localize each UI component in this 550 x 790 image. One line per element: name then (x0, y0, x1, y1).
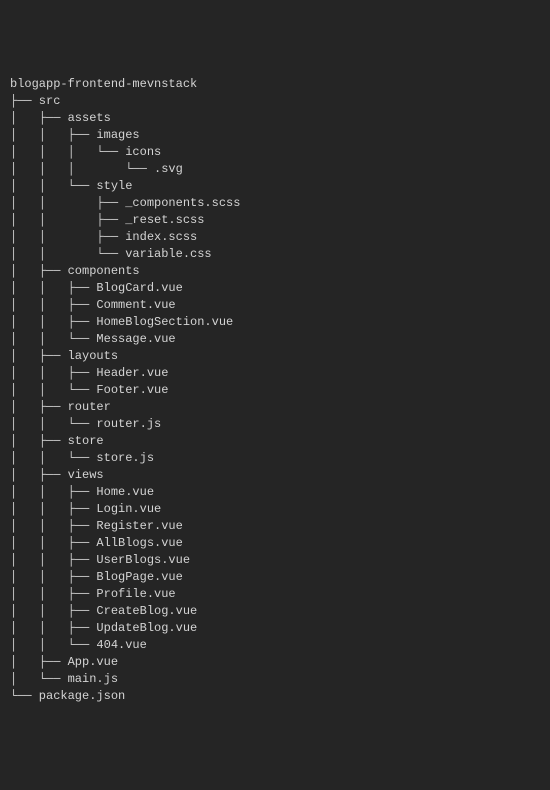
tree-line: │ │ └── variable.css (10, 246, 540, 263)
tree-line: │ ├── assets (10, 110, 540, 127)
tree-line: │ │ ├── Register.vue (10, 518, 540, 535)
tree-line: │ │ ├── _components.scss (10, 195, 540, 212)
tree-line: │ ├── router (10, 399, 540, 416)
tree-line: │ ├── components (10, 263, 540, 280)
tree-line: │ │ └── Footer.vue (10, 382, 540, 399)
tree-line: │ │ ├── HomeBlogSection.vue (10, 314, 540, 331)
tree-line: │ │ ├── Login.vue (10, 501, 540, 518)
tree-line: │ │ ├── Profile.vue (10, 586, 540, 603)
file-tree: blogapp-frontend-mevnstack├── src│ ├── a… (10, 76, 540, 705)
tree-line: │ │ │ └── icons (10, 144, 540, 161)
tree-line: │ │ ├── UpdateBlog.vue (10, 620, 540, 637)
tree-line: │ │ └── router.js (10, 416, 540, 433)
tree-line: │ ├── store (10, 433, 540, 450)
tree-line: │ │ ├── CreateBlog.vue (10, 603, 540, 620)
tree-line: │ │ └── style (10, 178, 540, 195)
tree-line: │ │ └── store.js (10, 450, 540, 467)
tree-line: │ │ ├── Home.vue (10, 484, 540, 501)
tree-line: └── package.json (10, 688, 540, 705)
tree-line: │ │ ├── AllBlogs.vue (10, 535, 540, 552)
tree-line: │ │ ├── Comment.vue (10, 297, 540, 314)
tree-line: │ │ └── 404.vue (10, 637, 540, 654)
tree-line: │ │ ├── index.scss (10, 229, 540, 246)
tree-line: │ │ ├── BlogPage.vue (10, 569, 540, 586)
tree-line: │ │ └── Message.vue (10, 331, 540, 348)
tree-line: │ ├── App.vue (10, 654, 540, 671)
tree-line: │ │ ├── images (10, 127, 540, 144)
tree-line: │ │ ├── Header.vue (10, 365, 540, 382)
tree-line: │ │ ├── BlogCard.vue (10, 280, 540, 297)
tree-line: │ ├── views (10, 467, 540, 484)
tree-line: │ │ ├── UserBlogs.vue (10, 552, 540, 569)
tree-line: ├── src (10, 93, 540, 110)
tree-line: │ │ ├── _reset.scss (10, 212, 540, 229)
tree-root: blogapp-frontend-mevnstack (10, 76, 540, 93)
tree-line: │ ├── layouts (10, 348, 540, 365)
tree-line: │ │ │ └── .svg (10, 161, 540, 178)
